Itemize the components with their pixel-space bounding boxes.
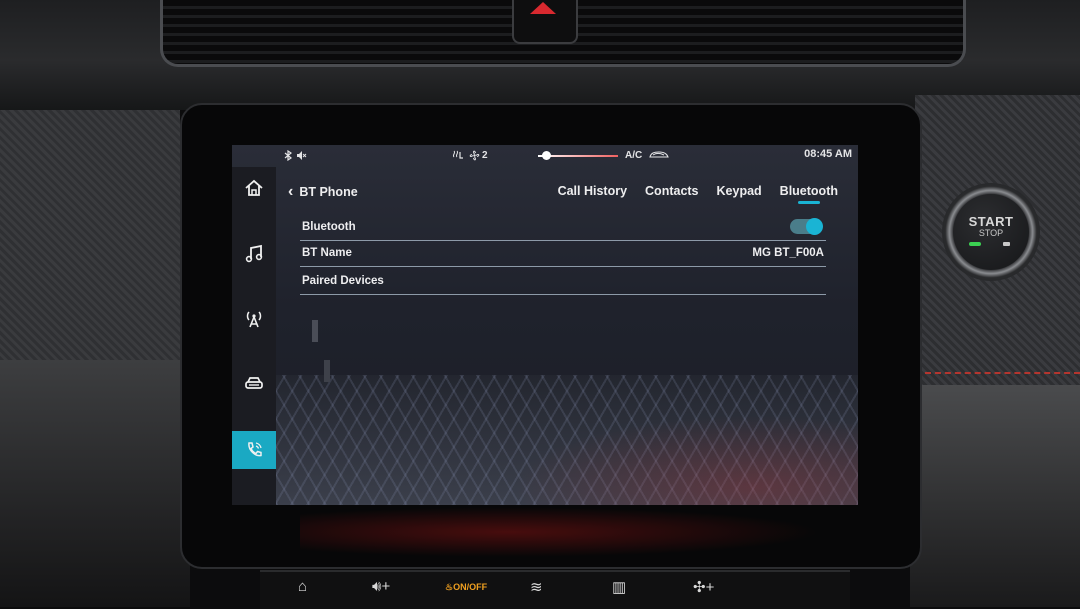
bt-name-label: BT Name bbox=[302, 247, 352, 259]
ac-label[interactable]: A/C bbox=[625, 150, 642, 161]
tab-bluetooth[interactable]: Bluetooth bbox=[780, 184, 838, 204]
car-icon bbox=[245, 377, 263, 389]
bt-name-row[interactable]: BT Name MG BT_F00A bbox=[300, 241, 826, 267]
hardware-button-row bbox=[260, 570, 850, 609]
hazard-icon bbox=[530, 2, 556, 14]
start-stop-button[interactable]: START STOP bbox=[953, 194, 1029, 270]
bluetooth-label: Bluetooth bbox=[302, 221, 356, 233]
back-button[interactable]: ‹ BT Phone bbox=[288, 183, 358, 200]
seat-heat-icon[interactable] bbox=[452, 150, 464, 164]
infotainment-screen: 2 A/C 08:45 AM ‹ BT Phone Call History C… bbox=[232, 145, 858, 505]
stop-indicator-led bbox=[1003, 242, 1010, 246]
music-note-icon bbox=[245, 244, 263, 263]
mute-icon bbox=[296, 150, 307, 164]
recirculation-icon[interactable] bbox=[648, 150, 670, 163]
defrost-front-icon: ≋ bbox=[530, 579, 543, 596]
onoff-bottom-label: OFF bbox=[469, 582, 488, 592]
fan-up-button[interactable]: ✣+ bbox=[693, 578, 714, 596]
bluetooth-toggle-knob bbox=[806, 218, 823, 235]
rail-item-vehicle[interactable] bbox=[232, 364, 276, 402]
back-label: BT Phone bbox=[299, 185, 358, 199]
background-decor bbox=[324, 360, 330, 382]
tab-contacts[interactable]: Contacts bbox=[645, 184, 698, 198]
tab-bar: Call History Contacts Keypad Bluetooth bbox=[558, 184, 838, 204]
rail-item-radio[interactable] bbox=[232, 300, 276, 338]
tab-call-history[interactable]: Call History bbox=[558, 184, 627, 198]
clock: 08:45 AM bbox=[804, 148, 852, 160]
rail-item-music[interactable] bbox=[232, 235, 276, 273]
tab-keypad[interactable]: Keypad bbox=[717, 184, 762, 198]
antenna-icon bbox=[246, 311, 262, 328]
home-hard-button[interactable]: ⌂ bbox=[298, 578, 307, 595]
rail-item-phone[interactable] bbox=[232, 431, 276, 469]
temperature-slider-knob[interactable] bbox=[541, 151, 551, 160]
chevron-left-icon: ‹ bbox=[288, 183, 294, 200]
defrost-front-button[interactable]: ≋ bbox=[530, 578, 543, 596]
seat-heat-onoff-button[interactable]: ♨ON/OFF bbox=[445, 582, 487, 593]
home-icon: ⌂ bbox=[298, 578, 308, 595]
bezel-reflection bbox=[300, 507, 820, 557]
defrost-rear-icon: ▥ bbox=[612, 579, 627, 596]
background-glow bbox=[512, 415, 858, 505]
start-indicator-led bbox=[969, 242, 981, 246]
bt-name-value: MG BT_F00A bbox=[752, 247, 824, 259]
bluetooth-icon bbox=[284, 149, 293, 164]
seat-heat-icon: ♨ bbox=[445, 582, 454, 592]
background-decor bbox=[312, 320, 318, 342]
console-right bbox=[910, 385, 1080, 607]
volume-up-icon: 🔊︎+ bbox=[372, 578, 391, 595]
start-label: START bbox=[968, 214, 1014, 229]
bluetooth-row[interactable]: Bluetooth bbox=[300, 215, 826, 241]
stitching bbox=[925, 372, 1080, 374]
paired-devices-row[interactable]: Paired Devices bbox=[300, 269, 826, 295]
phone-icon bbox=[248, 442, 262, 457]
fan-level: 2 bbox=[482, 150, 488, 161]
bluetooth-toggle[interactable] bbox=[790, 218, 823, 235]
rail-item-home[interactable] bbox=[232, 169, 276, 207]
defrost-rear-button[interactable]: ▥ bbox=[612, 578, 626, 596]
volume-up-hard-button[interactable]: 🔊︎+ bbox=[372, 578, 390, 595]
paired-devices-label: Paired Devices bbox=[302, 275, 384, 287]
home-icon bbox=[245, 179, 263, 196]
carbon-trim-left bbox=[0, 110, 180, 362]
stop-label: STOP bbox=[978, 228, 1004, 238]
fan-icon[interactable] bbox=[469, 150, 480, 164]
status-bar: 2 A/C 08:45 AM bbox=[276, 145, 858, 167]
console-left bbox=[0, 360, 190, 607]
side-rail bbox=[232, 167, 276, 505]
fan-icon: ✣+ bbox=[693, 579, 715, 596]
onoff-top-label: ON bbox=[453, 582, 467, 592]
